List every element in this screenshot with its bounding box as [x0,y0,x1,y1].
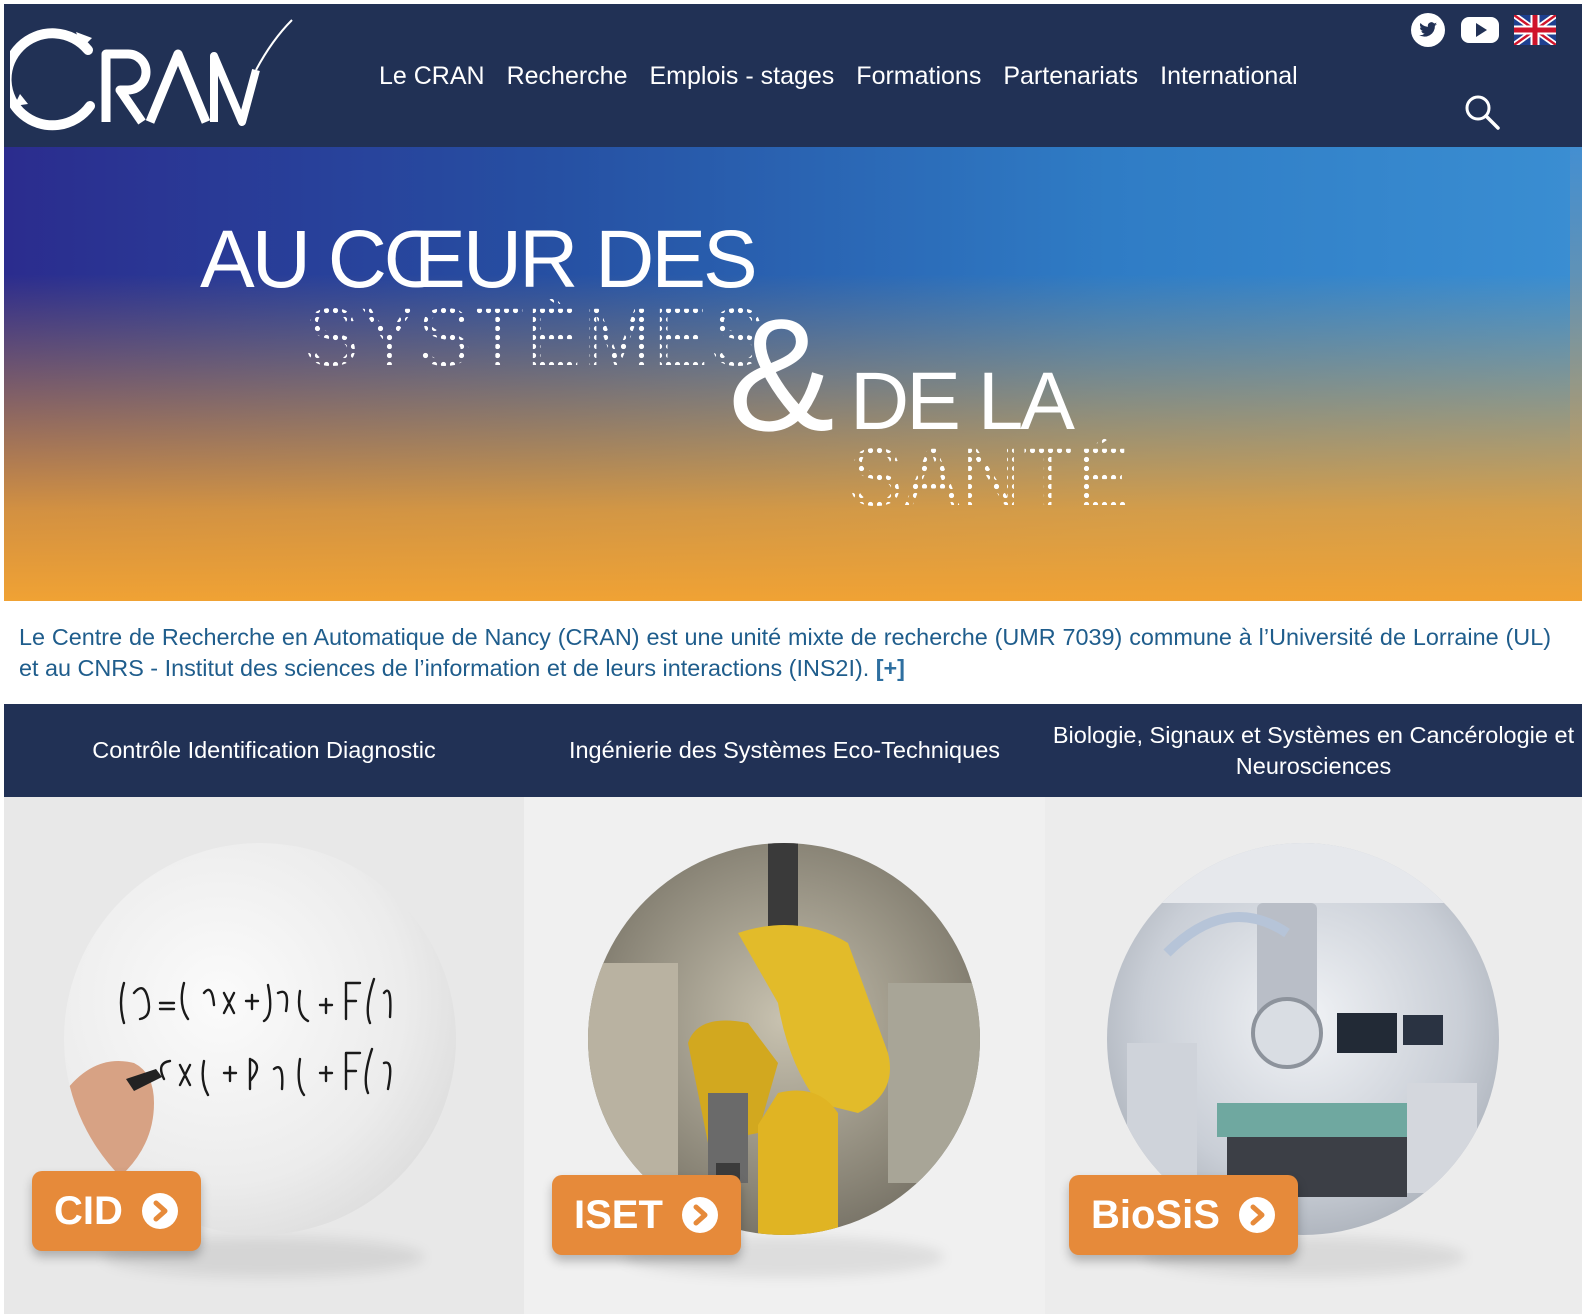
youtube-icon[interactable] [1460,12,1500,48]
nav-le-cran[interactable]: Le CRAN [368,56,496,96]
arrow-right-circle-icon [1238,1197,1275,1233]
search-icon[interactable] [1462,92,1502,132]
biosis-button[interactable]: BioSiS [1069,1175,1298,1255]
nav-partenariats[interactable]: Partenariats [992,56,1149,96]
cran-logo[interactable] [10,10,310,140]
iset-button[interactable]: ISET [552,1175,741,1255]
hero-line-4: SANTÉ [848,432,1132,523]
main-nav: Le CRAN Recherche Emplois - stages Forma… [368,56,1309,96]
nav-formations[interactable]: Formations [845,56,992,96]
biosis-button-label: BioSiS [1091,1192,1220,1237]
nav-recherche[interactable]: Recherche [496,56,639,96]
read-more-link[interactable]: [+] [876,655,905,681]
arrow-right-circle-icon [141,1193,178,1229]
page: Le CRAN Recherche Emplois - stages Forma… [4,4,1582,1314]
team-title-iset[interactable]: Ingénierie des Systèmes Eco-Techniques [524,704,1045,797]
hero-line-2: SYSTÈMES [304,292,767,383]
cid-button[interactable]: CID [32,1171,201,1251]
cid-button-label: CID [54,1188,123,1233]
iset-button-label: ISET [574,1192,663,1237]
hero-line-1: AU CŒUR DES [200,214,758,305]
intro-paragraph: Le Centre de Recherche en Automatique de… [19,622,1551,684]
team-card-cid[interactable]: CID [4,797,524,1314]
twitter-icon[interactable] [1410,12,1446,48]
team-title-biosis[interactable]: Biologie, Signaux et Systèmes en Cancéro… [1045,704,1582,797]
social-links [1410,12,1556,48]
hero-banner: AU CŒUR DES SYSTÈMES & DE LA SANTÉ [4,147,1582,601]
nav-emplois-stages[interactable]: Emplois - stages [639,56,846,96]
uk-flag-icon[interactable] [1514,15,1556,45]
arrow-right-circle-icon [681,1197,718,1233]
team-cards: CID ISET BioSiS [4,797,1582,1314]
team-title-cid[interactable]: Contrôle Identification Diagnostic [4,704,524,797]
hero-edge [1570,147,1582,601]
nav-international[interactable]: International [1149,56,1309,96]
team-card-biosis[interactable]: BioSiS [1045,797,1582,1314]
team-card-iset[interactable]: ISET [524,797,1045,1314]
hero-ampersand: & [728,285,835,464]
site-header: Le CRAN Recherche Emplois - stages Forma… [4,4,1582,147]
teams-bar: Contrôle Identification Diagnostic Ingén… [4,704,1582,797]
hero-line-3: DE LA [850,356,1075,447]
intro-text: Le Centre de Recherche en Automatique de… [19,624,1551,681]
